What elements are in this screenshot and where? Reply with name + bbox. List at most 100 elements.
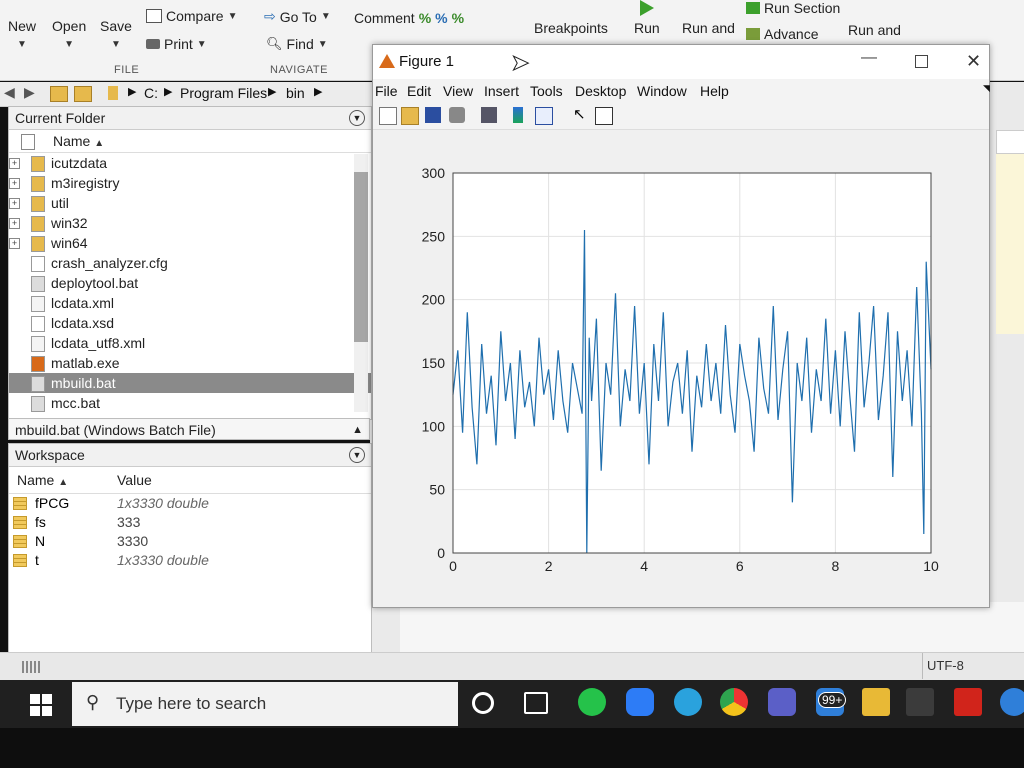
minimize-icon[interactable]: —: [861, 49, 877, 67]
variable-row[interactable]: fPCG 1x3330 double: [9, 494, 371, 513]
chrome-icon[interactable]: [720, 688, 748, 716]
folder-row[interactable]: + icutzdata: [9, 153, 371, 173]
browse-folder-icon[interactable]: [74, 86, 92, 102]
run-and-time-button[interactable]: Run and: [682, 20, 735, 36]
folder-row[interactable]: + m3iregistry: [9, 173, 371, 193]
acrobat-icon[interactable]: [954, 688, 982, 716]
details-panel[interactable]: mbuild.bat (Windows Batch File) ▲: [8, 418, 370, 440]
file-row[interactable]: mcc.bat: [9, 393, 371, 413]
status-icon[interactable]: [22, 661, 42, 673]
folder-row[interactable]: + win64: [9, 233, 371, 253]
run-and-advance-button[interactable]: Run and: [848, 22, 901, 38]
expand-icon[interactable]: +: [9, 218, 20, 229]
menu-insert[interactable]: Insert: [484, 83, 519, 99]
save-icon[interactable]: [425, 107, 441, 123]
file-row[interactable]: deploytool.bat: [9, 273, 371, 293]
expand-icon[interactable]: +: [9, 238, 20, 249]
variable-row[interactable]: t 1x3330 double: [9, 551, 371, 570]
variable-row[interactable]: N 3330: [9, 532, 371, 551]
current-folder-title: Current Folder ▼: [9, 107, 371, 130]
figure-title-bar[interactable]: Figure 1 — ✕: [373, 45, 989, 79]
file-row[interactable]: mbuild.bat: [9, 373, 371, 393]
help-icon[interactable]: [1000, 688, 1024, 716]
close-icon[interactable]: ✕: [966, 51, 981, 72]
command-window[interactable]: [400, 602, 1024, 652]
back-icon[interactable]: ◀: [4, 84, 15, 101]
expand-icon[interactable]: +: [9, 198, 20, 209]
folder-row[interactable]: + win32: [9, 213, 371, 233]
file-explorer-icon[interactable]: [862, 688, 890, 716]
new-button[interactable]: New ▼: [8, 18, 36, 50]
find-button[interactable]: 🔍︎ Find ▼: [266, 36, 328, 52]
menu-tools[interactable]: Tools: [530, 83, 563, 99]
variable-value: 1x3330 double: [117, 495, 209, 511]
x-tick-label: 2: [545, 558, 553, 574]
menu-window[interactable]: Window: [637, 83, 687, 99]
zoom-icon[interactable]: [626, 688, 654, 716]
comment-button[interactable]: Comment % % %: [354, 10, 464, 26]
advance-button[interactable]: Advance: [746, 26, 818, 42]
side-tab[interactable]: [996, 130, 1024, 154]
windows-start-icon[interactable]: [30, 694, 52, 716]
menu-file[interactable]: File: [375, 83, 398, 99]
compare-button[interactable]: Compare ▼: [146, 8, 238, 24]
save-button[interactable]: Save ▼: [100, 18, 132, 50]
mouse-cursor-icon: ➤: [510, 50, 530, 76]
run-button[interactable]: Run: [634, 0, 660, 36]
maximize-icon[interactable]: [915, 55, 928, 68]
breakpoints-button[interactable]: Breakpoints: [534, 20, 608, 36]
variable-row[interactable]: fs 333: [9, 513, 371, 532]
task-view-icon[interactable]: [524, 692, 548, 714]
pointer-icon[interactable]: ↖: [573, 107, 589, 123]
menu-desktop[interactable]: Desktop: [575, 83, 626, 99]
expand-icon[interactable]: +: [9, 178, 20, 189]
taskbar-search-box[interactable]: ⚲ Type here to search: [72, 682, 458, 726]
cortana-icon[interactable]: [472, 692, 494, 714]
path-segment[interactable]: Program Files: [180, 85, 267, 101]
print-button[interactable]: Print ▼: [146, 36, 207, 52]
link-plot-icon[interactable]: [481, 107, 497, 123]
column-value-header[interactable]: Value: [117, 467, 152, 493]
folder-icon: [31, 156, 45, 172]
column-name-header[interactable]: Name ▲: [17, 467, 68, 496]
open-button[interactable]: Open ▼: [52, 18, 86, 50]
file-row[interactable]: matlab.exe: [9, 353, 371, 373]
chevron-up-icon[interactable]: ▲: [352, 419, 363, 441]
path-segment[interactable]: bin: [286, 85, 305, 101]
goto-button[interactable]: ⇨ Go To ▼: [264, 8, 331, 25]
file-row[interactable]: lcdata.xml: [9, 293, 371, 313]
dock-arrow-icon[interactable]: ◥: [983, 83, 990, 94]
panel-menu-icon[interactable]: ▼: [349, 447, 365, 463]
up-folder-icon[interactable]: [50, 86, 68, 102]
forward-icon[interactable]: ▶: [24, 84, 35, 101]
path-separator-icon[interactable]: ▶: [314, 85, 322, 98]
property-inspector-icon[interactable]: [595, 107, 613, 125]
matlab-taskbar-icon[interactable]: [906, 688, 934, 716]
run-section-button[interactable]: Run Section: [746, 0, 840, 16]
status-bar: UTF-8: [0, 652, 1024, 681]
menu-view[interactable]: View: [443, 83, 473, 99]
telegram-icon[interactable]: [674, 688, 702, 716]
path-segment[interactable]: C:: [144, 85, 158, 101]
open-file-icon[interactable]: [401, 107, 419, 125]
panel-menu-icon[interactable]: ▼: [349, 110, 365, 126]
expand-icon[interactable]: +: [9, 158, 20, 169]
menu-help[interactable]: Help: [700, 83, 729, 99]
colorbar-icon[interactable]: [513, 107, 523, 123]
legend-icon[interactable]: [535, 107, 553, 125]
new-figure-icon[interactable]: [379, 107, 397, 125]
file-row[interactable]: lcdata.xsd: [9, 313, 371, 333]
folder-row[interactable]: + util: [9, 193, 371, 213]
file-row[interactable]: crash_analyzer.cfg: [9, 253, 371, 273]
menu-edit[interactable]: Edit: [407, 83, 431, 99]
file-row[interactable]: lcdata_utf8.xml: [9, 333, 371, 353]
whatsapp-icon[interactable]: [578, 688, 606, 716]
column-header-name[interactable]: Name ▲: [9, 130, 371, 153]
line-chart[interactable]: 0 2 4 6 8 10050100150200250300: [373, 133, 989, 607]
search-icon: ⚲: [86, 692, 100, 712]
teams-icon[interactable]: [768, 688, 796, 716]
scrollbar-thumb[interactable]: [354, 172, 368, 342]
print-icon[interactable]: [449, 107, 465, 123]
plot-area[interactable]: 0 2 4 6 8 10 0 50 100 150 200 250 300: [373, 133, 989, 607]
variable-value: 1x3330 double: [117, 552, 209, 568]
